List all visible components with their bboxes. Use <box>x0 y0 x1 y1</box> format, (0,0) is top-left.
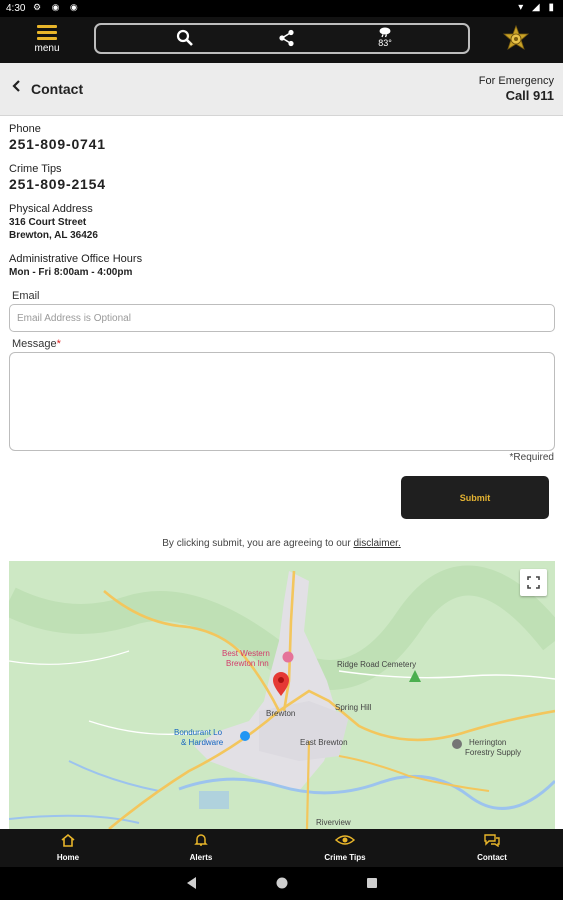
email-field[interactable] <box>9 304 555 332</box>
weather-button[interactable]: 83° <box>373 26 397 48</box>
crime-tips-block: Crime Tips 251-809-2154 <box>9 163 106 192</box>
hamburger-icon <box>37 25 57 40</box>
share-icon[interactable] <box>278 29 296 52</box>
tab-crime-tips-label: Crime Tips <box>324 853 366 862</box>
status-time: 4:30 <box>6 3 26 14</box>
top-app-bar: menu 83° <box>0 17 563 63</box>
map-label-bondurant: Bondurant Lo <box>174 728 223 737</box>
tab-home-label: Home <box>56 853 80 862</box>
map-label-spring-hill: Spring Hill <box>335 703 372 712</box>
map-label-hardware: & Hardware <box>181 738 224 747</box>
map-label-best-western: Best Western <box>222 649 270 658</box>
phone-label: Phone <box>9 123 41 135</box>
phone-number[interactable]: 251-809-0741 <box>9 136 106 152</box>
agreement-prefix: By clicking submit, you are agreeing to … <box>162 538 354 549</box>
tab-alerts-label: Alerts <box>189 853 213 862</box>
page-header: Contact For Emergency Call 911 <box>0 63 563 116</box>
system-nav-bar <box>0 867 563 900</box>
map-label-ridge-road: Ridge Road Cemetery <box>337 660 417 669</box>
fullscreen-button[interactable] <box>520 569 547 596</box>
address-label: Physical Address <box>9 203 93 215</box>
emergency-label: For Emergency <box>478 75 554 87</box>
toolbar-pill: 83° <box>94 23 470 54</box>
map-view[interactable]: Best Western Brewton Inn Ridge Road Ceme… <box>9 561 555 829</box>
bottom-tab-bar: Home Alerts Crime Tips Contact <box>0 829 563 867</box>
home-icon <box>61 833 75 847</box>
address-line-1: 316 Court Street <box>9 217 87 228</box>
message-field[interactable] <box>9 352 555 451</box>
hours-value: Mon - Fri 8:00am - 4:00pm <box>9 267 133 278</box>
phone-block: Phone 251-809-0741 <box>9 123 106 152</box>
eye-icon <box>334 835 356 845</box>
menu-button[interactable]: menu <box>28 23 66 57</box>
map-label-riverview: Riverview <box>316 818 351 827</box>
email-label: Email <box>12 290 40 302</box>
disclaimer-link[interactable]: disclaimer. <box>353 538 400 549</box>
page-title: Contact <box>31 81 84 97</box>
map-canvas <box>9 561 555 829</box>
address-block: Physical Address 316 Court Street Brewto… <box>9 203 98 242</box>
message-label: Message* <box>12 338 61 350</box>
map-label-east-brewton: East Brewton <box>300 738 348 747</box>
emergency-call[interactable]: For Emergency Call 911 <box>479 75 554 103</box>
rain-cloud-icon <box>379 27 391 38</box>
status-bar: 4:30 ⚙ ◉ ◉ ▾ ◢ ▮ <box>0 0 563 17</box>
address-line-2: Brewton, AL 36426 <box>9 230 98 241</box>
notification-icons: ⚙ ◉ ◉ <box>33 2 82 12</box>
map-label-brewton-inn: Brewton Inn <box>226 659 269 668</box>
nav-recents-icon[interactable] <box>366 876 378 895</box>
message-label-text: Message <box>12 338 57 350</box>
search-icon[interactable] <box>176 29 194 52</box>
fullscreen-icon <box>527 576 540 589</box>
chat-icon <box>484 834 500 848</box>
map-label-herrington: Herrington <box>469 738 507 747</box>
agreement-text: By clicking submit, you are agreeing to … <box>0 538 563 549</box>
map-label-forestry-supply: Forestry Supply <box>465 748 522 757</box>
hours-block: Administrative Office Hours Mon - Fri 8:… <box>9 253 142 279</box>
tab-contact[interactable]: Contact <box>457 833 527 862</box>
crime-tips-label: Crime Tips <box>9 163 62 175</box>
submit-button[interactable]: Submit <box>401 476 549 519</box>
hours-label: Administrative Office Hours <box>9 253 143 265</box>
back-icon[interactable] <box>12 79 22 97</box>
nav-home-icon[interactable] <box>275 876 289 895</box>
menu-label: menu <box>34 43 60 54</box>
tab-alerts[interactable]: Alerts <box>166 833 236 862</box>
bell-icon <box>194 834 208 846</box>
crime-tips-number[interactable]: 251-809-2154 <box>9 176 106 192</box>
tab-contact-label: Contact <box>477 853 507 862</box>
required-note: *Required <box>509 452 554 463</box>
temperature-label: 83° <box>378 38 392 48</box>
emergency-action: Call 911 <box>505 88 554 103</box>
required-asterisk: * <box>56 338 61 350</box>
map-label-brewton: Brewton <box>266 709 296 718</box>
system-status-icons: ▾ ◢ ▮ <box>518 2 557 13</box>
tab-crime-tips[interactable]: Crime Tips <box>310 833 380 862</box>
nav-back-icon[interactable] <box>186 876 198 895</box>
sheriff-badge-icon[interactable] <box>502 24 530 53</box>
tab-home[interactable]: Home <box>33 833 103 862</box>
